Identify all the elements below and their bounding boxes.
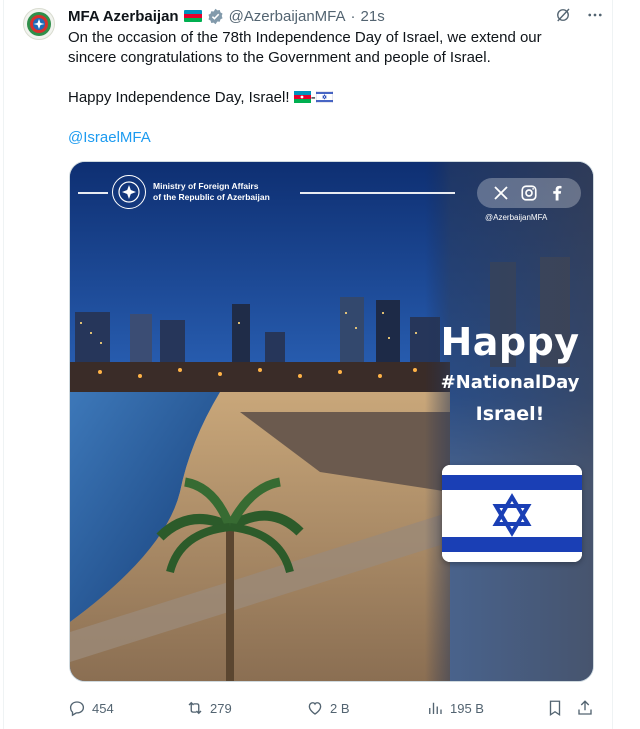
views-count: 195 B (450, 700, 484, 716)
tweet-media-image[interactable]: Ministry of Foreign Affairs of the Repub… (69, 161, 594, 682)
timestamp[interactable]: 21s (361, 8, 385, 25)
headline-block: Happy #NationalDay Israel! (430, 320, 590, 425)
headline-happy: Happy (440, 320, 580, 364)
mention-link[interactable]: @IsraelMFA (68, 129, 151, 146)
headline-hashtag: #NationalDay (440, 372, 580, 393)
tweet-actions: 454 279 2 B 195 B (68, 697, 598, 719)
reply-button[interactable]: 454 (68, 699, 114, 717)
share-icon (578, 700, 592, 715)
ministry-line2: of the Republic of Azerbaijan (153, 192, 270, 202)
tweet-text-line: On the occasion of the 78th Independence… (68, 29, 542, 46)
tweet-text: On the occasion of the 78th Independence… (68, 28, 588, 148)
views-button[interactable]: 195 B (426, 699, 484, 717)
x-logo-icon (494, 186, 508, 200)
separator-dot: · (350, 7, 356, 25)
social-handle: @AzerbaijanMFA (485, 213, 548, 222)
divider (300, 192, 455, 194)
handle[interactable]: @AzerbaijanMFA (229, 8, 346, 25)
like-count: 2 B (330, 700, 350, 716)
reply-icon (69, 701, 85, 717)
grok-icon[interactable] (554, 6, 572, 24)
display-name[interactable]: MFA Azerbaijan (68, 8, 179, 25)
israel-flag-icon (442, 465, 582, 562)
emblem-icon (27, 12, 51, 36)
divider (78, 192, 108, 194)
social-icons (477, 178, 581, 208)
like-button[interactable]: 2 B (306, 699, 350, 717)
azerbaijan-flag-icon (183, 10, 202, 22)
views-icon (429, 702, 442, 714)
avatar[interactable] (23, 8, 55, 40)
bookmark-icon (549, 700, 561, 717)
bookmark-button[interactable] (546, 699, 564, 717)
like-icon (308, 702, 322, 715)
facebook-icon (553, 185, 562, 201)
azerbaijan-flag-icon (293, 91, 311, 103)
more-icon[interactable] (586, 6, 604, 24)
repost-count: 279 (210, 700, 232, 716)
instagram-icon (521, 185, 537, 201)
tweet-text-line: sincere congratulations to the Governmen… (68, 49, 491, 66)
headline-country: Israel! (475, 403, 545, 425)
repost-icon (188, 701, 202, 715)
share-button[interactable] (576, 699, 594, 717)
tweet-header-actions (554, 6, 604, 24)
reply-count: 454 (92, 700, 114, 716)
tweet-header: MFA Azerbaijan @AzerbaijanMFA · 21s (68, 6, 385, 26)
emblem-icon (112, 175, 146, 209)
ministry-logo: Ministry of Foreign Affairs of the Repub… (112, 175, 270, 209)
tweet-text-line: Happy Independence Day, Israel! - (68, 88, 588, 108)
verified-badge-icon (208, 8, 223, 24)
israel-flag-icon (315, 91, 333, 103)
tweet-text-greeting: Happy Independence Day, Israel! (68, 89, 290, 106)
repost-button[interactable]: 279 (186, 699, 232, 717)
ministry-line1: Ministry of Foreign Affairs (153, 181, 259, 191)
